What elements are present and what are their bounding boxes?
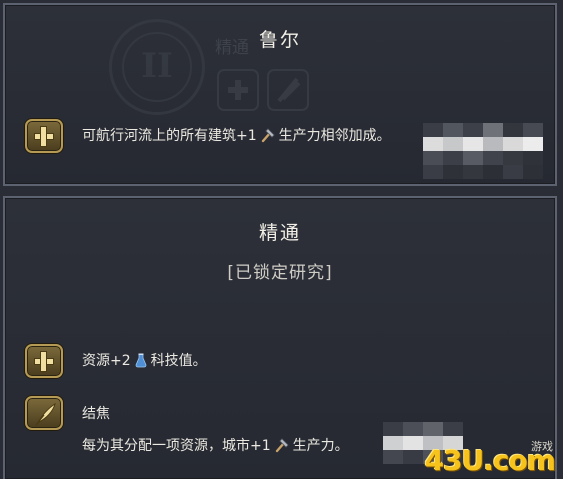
ability-text-before: 资源+2 (82, 353, 131, 369)
ability-text-after: 科技值。 (150, 353, 207, 369)
background-quill-icon (267, 69, 309, 111)
background-plus-icon (217, 69, 259, 111)
plus-icon (25, 344, 63, 378)
ability-text-after: 生产力相邻加成。 (278, 128, 391, 144)
ability-text-before: 每为其分配一项资源，城市+1 (82, 438, 271, 454)
plus-icon (25, 119, 63, 153)
mastery-panel: 精通 [已锁定研究] 资源+2 科技值。 结焦 每为其分配一项资源，城市+1 生… (3, 196, 557, 479)
site-watermark: 游戏 43U.com (425, 440, 556, 477)
panel-title: 精通 (258, 222, 301, 244)
locked-research-label: [已锁定研究] (227, 263, 333, 283)
blurred-mosaic (423, 123, 543, 179)
city-state-panel: II 精通 鲁尔 可航行河流上的所有建筑+1 生产力相邻加成。 (3, 3, 557, 186)
hammer-icon (261, 128, 275, 143)
ability-heading: 结焦 (82, 406, 110, 422)
hammer-icon (275, 438, 289, 453)
ability-description: 每为其分配一项资源，城市+1 生产力。 (82, 435, 349, 455)
background-roman-numeral: II (141, 46, 173, 86)
panel-title: 鲁尔 (258, 29, 301, 51)
quill-icon (25, 396, 63, 430)
ability-description: 可航行河流上的所有建筑+1 生产力相邻加成。 (82, 125, 391, 145)
ability-text-after: 生产力。 (292, 438, 349, 454)
watermark-subtext: 游戏 (531, 440, 553, 453)
ability-text-before: 可航行河流上的所有建筑+1 (82, 128, 257, 144)
ability-description: 资源+2 科技值。 (82, 350, 207, 370)
science-flask-icon (135, 353, 147, 367)
